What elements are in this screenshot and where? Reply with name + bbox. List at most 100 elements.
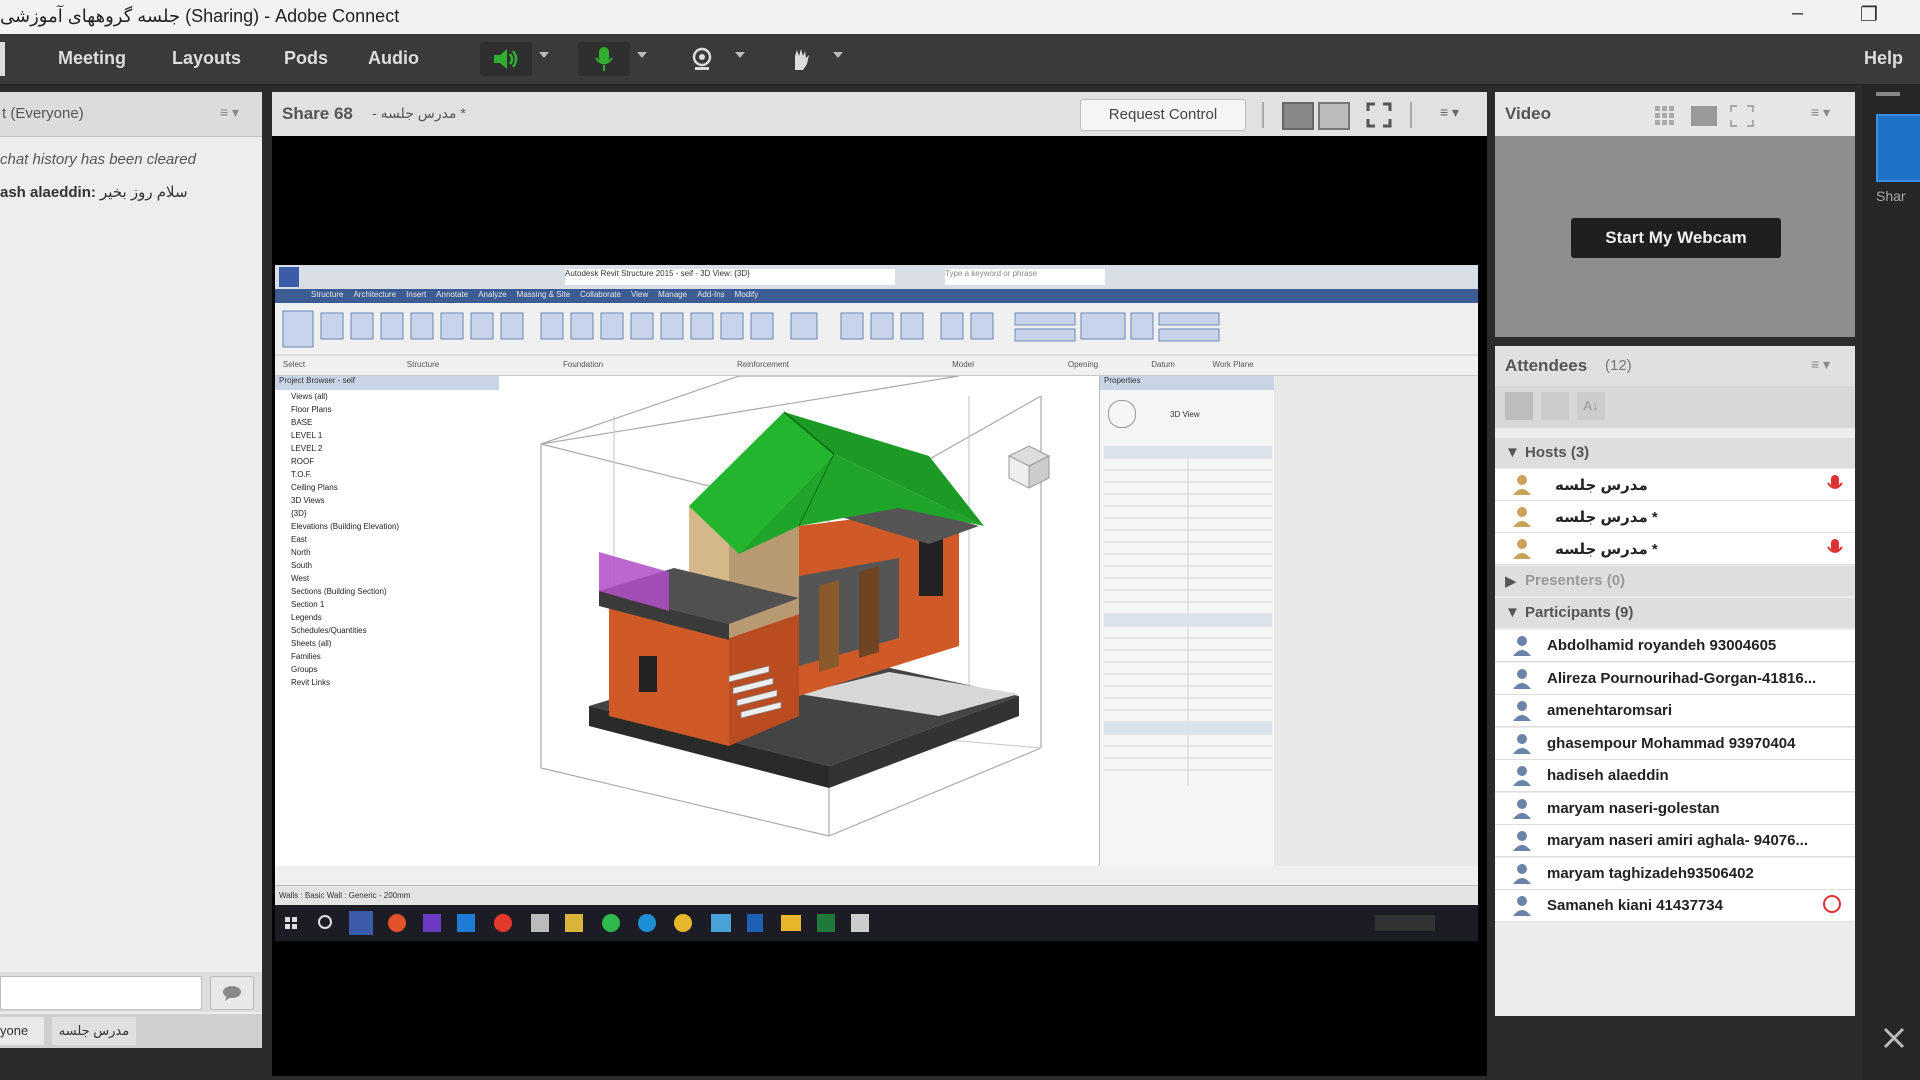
- participants-group-header[interactable]: ▼ Participants (9): [1495, 598, 1855, 628]
- project-browser-item[interactable]: T.O.F.: [291, 468, 499, 481]
- attendee-name: maryam naseri amiri aghala- 94076...: [1547, 832, 1808, 849]
- pod-menu-icon[interactable]: ≡ ▾: [220, 104, 239, 121]
- viewcube-icon[interactable]: [999, 436, 1059, 496]
- status-view-icon[interactable]: [1541, 392, 1569, 420]
- attendees-pod-header: Attendees (12) ≡ ▾: [1495, 346, 1855, 386]
- project-browser-item[interactable]: Groups: [291, 663, 499, 676]
- chat-input[interactable]: [0, 976, 202, 1010]
- project-browser-item[interactable]: {3D}: [291, 507, 499, 520]
- project-browser-item[interactable]: Families: [291, 650, 499, 663]
- project-browser-item[interactable]: Section 1: [291, 598, 499, 611]
- chevron-down-icon[interactable]: [833, 52, 843, 58]
- participant-row[interactable]: maryam naseri-golestan: [1495, 792, 1855, 825]
- project-browser-item[interactable]: Sections (Building Section): [291, 585, 499, 598]
- menu-pods[interactable]: Pods: [284, 48, 328, 69]
- participant-row[interactable]: Samaneh kiani 41437734: [1495, 890, 1855, 922]
- menu-audio[interactable]: Audio: [368, 48, 419, 69]
- project-browser-item[interactable]: Floor Plans: [291, 403, 499, 416]
- revit-3d-viewport[interactable]: [499, 375, 1099, 866]
- project-browser-item[interactable]: ROOF: [291, 455, 499, 468]
- participant-row[interactable]: maryam taghizadeh93506402: [1495, 857, 1855, 890]
- panel-handle-icon[interactable]: [1876, 92, 1900, 96]
- participant-row[interactable]: hadiseh alaeddin: [1495, 760, 1855, 792]
- close-panel-icon[interactable]: [1882, 1026, 1906, 1050]
- view-layout-icon[interactable]: [1282, 102, 1314, 130]
- pod-menu-icon[interactable]: ≡ ▾: [1440, 104, 1459, 121]
- divider: [1262, 102, 1264, 128]
- send-message-button[interactable]: [210, 976, 254, 1010]
- away-status-icon: [1823, 895, 1841, 913]
- project-browser-item[interactable]: LEVEL 1: [291, 429, 499, 442]
- request-control-button[interactable]: Request Control: [1080, 99, 1246, 131]
- chat-message: ash alaeddin: سلام روز بخیر: [0, 183, 188, 201]
- webcam-button[interactable]: [676, 42, 728, 76]
- revit-tab[interactable]: Insert: [406, 290, 426, 299]
- attendee-name: Samaneh kiani 41437734: [1547, 897, 1723, 914]
- hosts-group-header[interactable]: ▼ Hosts (3): [1495, 438, 1855, 468]
- properties-grid[interactable]: [1104, 446, 1272, 846]
- minimize-button[interactable]: –: [1792, 2, 1803, 25]
- revit-search-input[interactable]: Type a keyword or phrase: [945, 269, 1105, 285]
- menu-meeting[interactable]: Meeting: [58, 48, 126, 69]
- restore-button[interactable]: ❐: [1860, 2, 1878, 27]
- chat-input-row: [0, 972, 262, 1012]
- revit-tab[interactable]: Add-Ins: [697, 290, 725, 299]
- project-browser-item[interactable]: Legends: [291, 611, 499, 624]
- participant-person-icon: [1513, 668, 1531, 689]
- revit-tab[interactable]: Annotate: [436, 290, 468, 299]
- project-browser-item[interactable]: Elevations (Building Elevation): [291, 520, 499, 533]
- chevron-down-icon[interactable]: [735, 52, 745, 58]
- participant-row[interactable]: ghasempour Mohammad 93970404: [1495, 727, 1855, 760]
- status-button[interactable]: [774, 42, 826, 76]
- project-browser-item[interactable]: East: [291, 533, 499, 546]
- menu-help[interactable]: Help: [1864, 48, 1903, 69]
- revit-tab[interactable]: Massing & Site: [517, 290, 570, 299]
- list-view-icon[interactable]: [1505, 392, 1533, 420]
- pod-menu-icon[interactable]: ≡ ▾: [1811, 356, 1830, 373]
- project-browser-item[interactable]: BASE: [291, 416, 499, 429]
- start-webcam-button[interactable]: Start My Webcam: [1571, 218, 1781, 258]
- chevron-down-icon[interactable]: [637, 52, 647, 58]
- project-browser-item[interactable]: North: [291, 546, 499, 559]
- revit-tab[interactable]: Collaborate: [580, 290, 621, 299]
- layout-share-thumbnail[interactable]: [1876, 114, 1920, 182]
- project-browser-item[interactable]: South: [291, 559, 499, 572]
- project-browser-item[interactable]: Sheets (all): [291, 637, 499, 650]
- video-pod-title: Video: [1505, 104, 1551, 123]
- revit-tab[interactable]: Structure: [311, 290, 343, 299]
- host-row[interactable]: مدرس جلسه: [1495, 469, 1855, 501]
- host-row[interactable]: مدرس جلسه *: [1495, 501, 1855, 533]
- microphone-button[interactable]: [578, 42, 630, 76]
- tab-everyone[interactable]: yone: [0, 1017, 44, 1045]
- layout-share-label[interactable]: Shar: [1876, 188, 1920, 206]
- fit-width-icon[interactable]: [1318, 102, 1350, 130]
- chevron-down-icon[interactable]: [539, 52, 549, 58]
- tab-presenter-chat[interactable]: مدرس جلسه: [52, 1017, 136, 1045]
- sort-icon[interactable]: A↓: [1577, 392, 1605, 420]
- project-browser-item[interactable]: LEVEL 2: [291, 442, 499, 455]
- participant-row[interactable]: Alireza Pournourihad-Gorgan-41816...: [1495, 662, 1855, 695]
- host-person-icon: [1513, 475, 1531, 495]
- project-browser-item[interactable]: West: [291, 572, 499, 585]
- revit-tab[interactable]: Analyze: [478, 290, 506, 299]
- project-browser-item[interactable]: Ceiling Plans: [291, 481, 499, 494]
- participant-row[interactable]: amenehtaromsari: [1495, 695, 1855, 727]
- fullscreen-icon[interactable]: [1366, 102, 1392, 128]
- participant-row[interactable]: Abdolhamid royandeh 93004605: [1495, 630, 1855, 662]
- revit-tab[interactable]: View: [631, 290, 648, 299]
- speaker-button[interactable]: [480, 42, 532, 76]
- app-edge-icon: [0, 42, 5, 76]
- participant-row[interactable]: maryam naseri amiri aghala- 94076...: [1495, 825, 1855, 857]
- revit-tab[interactable]: Manage: [658, 290, 687, 299]
- project-browser-item[interactable]: 3D Views: [291, 494, 499, 507]
- project-browser-item[interactable]: Schedules/Quantities: [291, 624, 499, 637]
- menu-layouts[interactable]: Layouts: [172, 48, 241, 69]
- video-layout-icons[interactable]: [1651, 102, 1761, 128]
- presenters-group-header[interactable]: ▶ Presenters (0): [1495, 566, 1855, 596]
- revit-tab[interactable]: Architecture: [353, 290, 396, 299]
- revit-tab[interactable]: Modify: [735, 290, 759, 299]
- host-row[interactable]: مدرس جلسه *: [1495, 533, 1855, 565]
- project-browser-item[interactable]: Views (all): [291, 390, 499, 403]
- project-browser-item[interactable]: Revit Links: [291, 676, 499, 689]
- pod-menu-icon[interactable]: ≡ ▾: [1811, 104, 1830, 121]
